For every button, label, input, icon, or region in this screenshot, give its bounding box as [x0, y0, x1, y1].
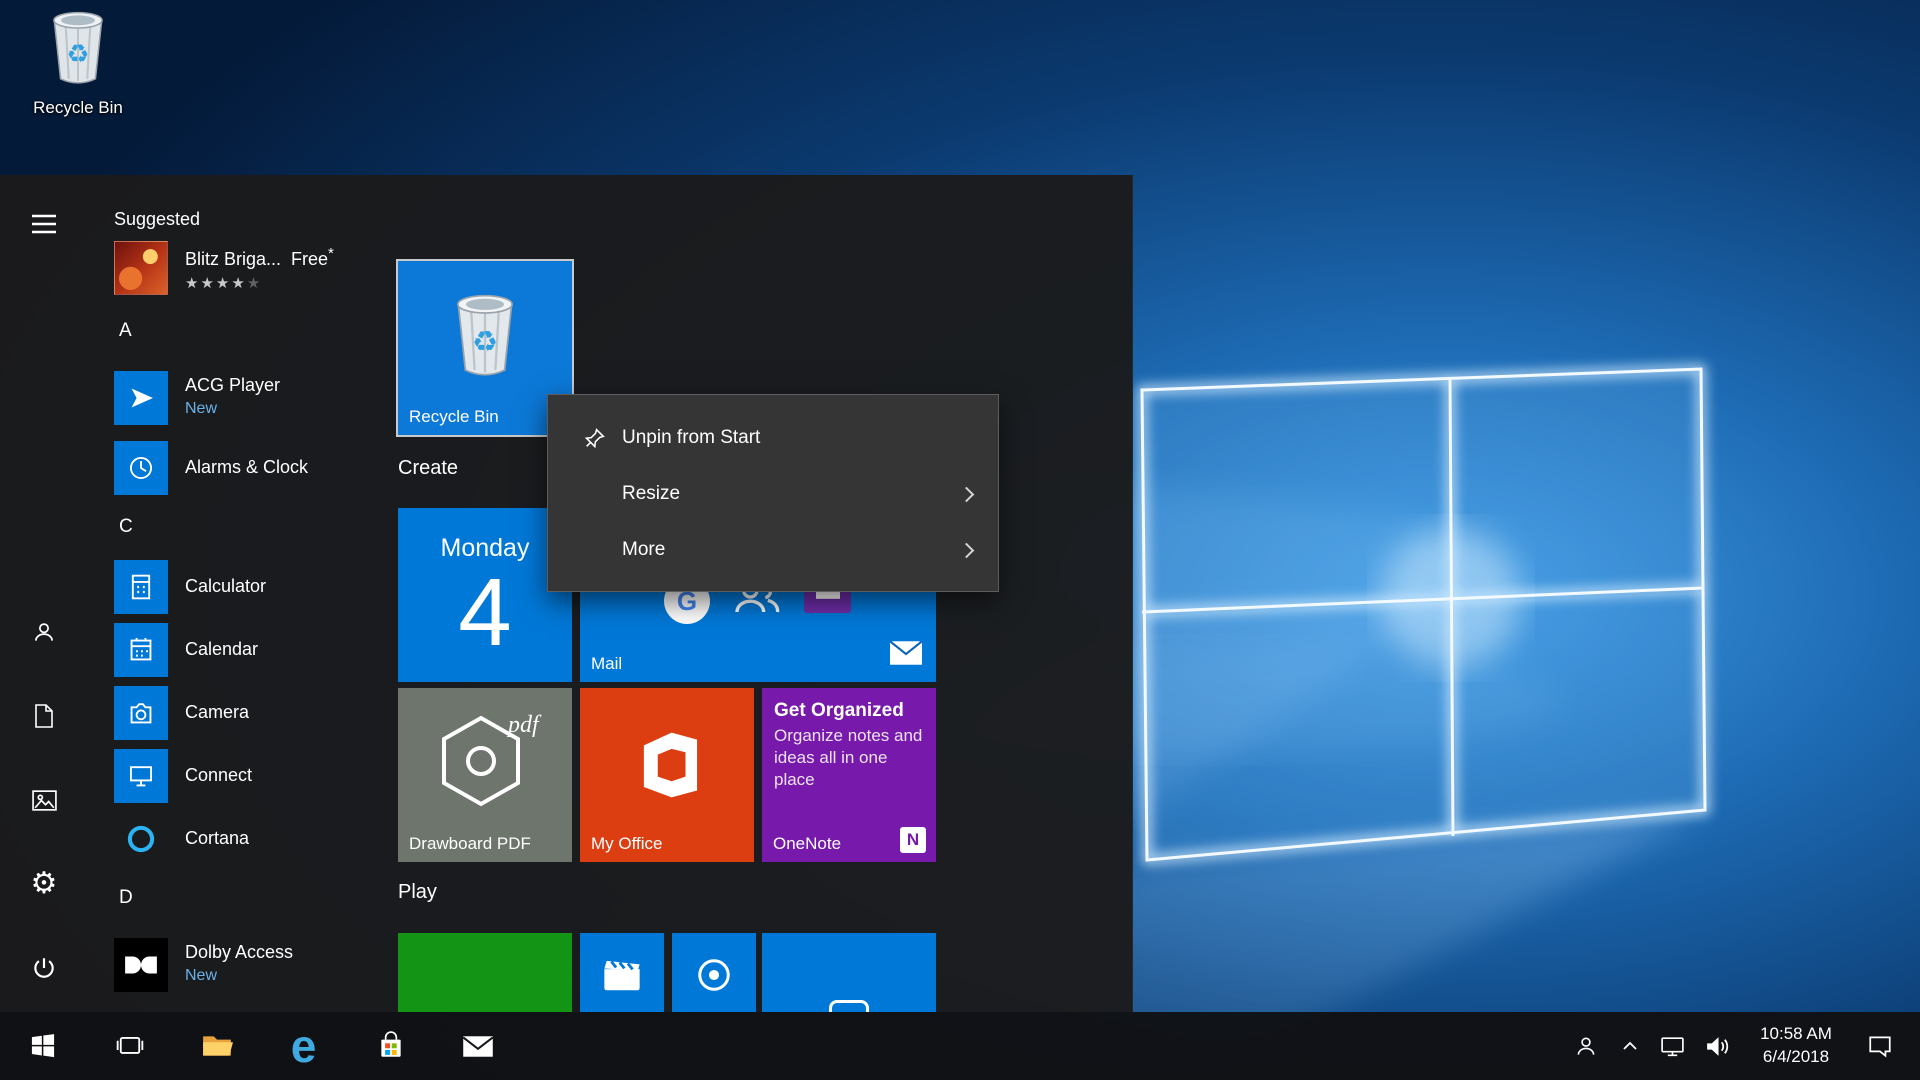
action-center-button[interactable] — [1852, 1012, 1908, 1080]
taskbar: e — [0, 1012, 1920, 1080]
tile-group-play[interactable]: Play — [398, 881, 437, 904]
game-blue-tile[interactable] — [762, 933, 936, 1012]
show-hidden-icons-button[interactable] — [1610, 1012, 1650, 1080]
menu-item-resize[interactable]: Resize — [548, 466, 998, 522]
onenote-icon: N — [900, 827, 926, 853]
system-tray: 10:58 AM 6/4/2018 — [1562, 1012, 1920, 1080]
start-menu: ⚙ Suggested Blitz Briga...Free* ★★★★★ — [0, 175, 1133, 1012]
recycle-bin-desktop-icon[interactable]: ♻ Recycle Bin — [14, 8, 142, 118]
drawboard-pdf-tile[interactable]: pdf Drawboard PDF — [398, 688, 572, 862]
onenote-headline: Get Organized — [774, 700, 924, 722]
xbox-green-tile[interactable] — [398, 933, 572, 1012]
file-explorer-button[interactable] — [173, 1012, 260, 1080]
game-tile-icon — [829, 1000, 869, 1012]
calendar-day-number: 4 — [398, 565, 572, 661]
tile-panel: ♻ Recycle Bin Create Monday 4 G — [0, 175, 1132, 1012]
recycle-bin-icon: ♻ — [45, 8, 111, 93]
speaker-icon — [1704, 1035, 1731, 1058]
drawboard-pdf-icon: pdf — [426, 706, 544, 816]
store-icon — [377, 1031, 405, 1061]
action-center-icon — [1867, 1033, 1893, 1059]
my-office-tile[interactable]: My Office — [580, 688, 754, 862]
movies-tv-tile[interactable] — [580, 933, 664, 1012]
mail-icon — [462, 1034, 494, 1059]
desktop: ♻ Recycle Bin — [0, 0, 1920, 1080]
task-view-icon — [115, 1033, 145, 1059]
windows-logo-icon — [29, 1032, 57, 1060]
edge-button[interactable]: e — [260, 1012, 347, 1080]
clapperboard-icon — [602, 957, 642, 993]
recycle-glyph: ♻ — [472, 326, 498, 358]
menu-item-more[interactable]: More — [548, 522, 998, 578]
file-explorer-icon — [201, 1032, 233, 1060]
recycle-glyph: ♻ — [67, 40, 90, 68]
clock-time: 10:58 AM — [1760, 1023, 1832, 1046]
mail-envelope-icon — [890, 641, 922, 670]
volume-button[interactable] — [1694, 1012, 1740, 1080]
people-button[interactable] — [1562, 1012, 1610, 1080]
start-button[interactable] — [0, 1012, 86, 1080]
calendar-tile[interactable]: Monday 4 — [398, 508, 572, 682]
task-view-button[interactable] — [86, 1012, 173, 1080]
mail-button[interactable] — [434, 1012, 521, 1080]
onenote-tile[interactable]: Get Organized Organize notes and ideas a… — [762, 688, 936, 862]
tile-group-create[interactable]: Create — [398, 457, 458, 480]
taskbar-clock[interactable]: 10:58 AM 6/4/2018 — [1740, 1012, 1852, 1080]
people-icon — [1573, 1033, 1599, 1059]
chevron-up-icon — [1622, 1041, 1638, 1051]
recycle-bin-label: Recycle Bin — [33, 98, 123, 118]
edge-icon: e — [291, 1023, 317, 1069]
submenu-chevron-icon — [959, 542, 975, 558]
office-logo-icon — [630, 728, 704, 802]
groove-music-tile[interactable] — [672, 933, 756, 1012]
onenote-body: Organize notes and ideas all in one plac… — [774, 725, 926, 790]
recycle-bin-tile-icon: ♻ — [448, 290, 522, 385]
network-icon — [1659, 1035, 1686, 1058]
clock-date: 6/4/2018 — [1763, 1046, 1829, 1069]
network-button[interactable] — [1650, 1012, 1694, 1080]
store-button[interactable] — [347, 1012, 434, 1080]
tile-context-menu: Unpin from Start Resize More — [547, 394, 999, 592]
music-disc-icon — [695, 956, 733, 994]
submenu-chevron-icon — [959, 486, 975, 502]
recycle-bin-tile[interactable]: ♻ Recycle Bin — [398, 261, 572, 435]
unpin-icon — [582, 426, 622, 451]
menu-item-unpin-from-start[interactable]: Unpin from Start — [548, 410, 998, 466]
svg-text:pdf: pdf — [506, 712, 542, 738]
